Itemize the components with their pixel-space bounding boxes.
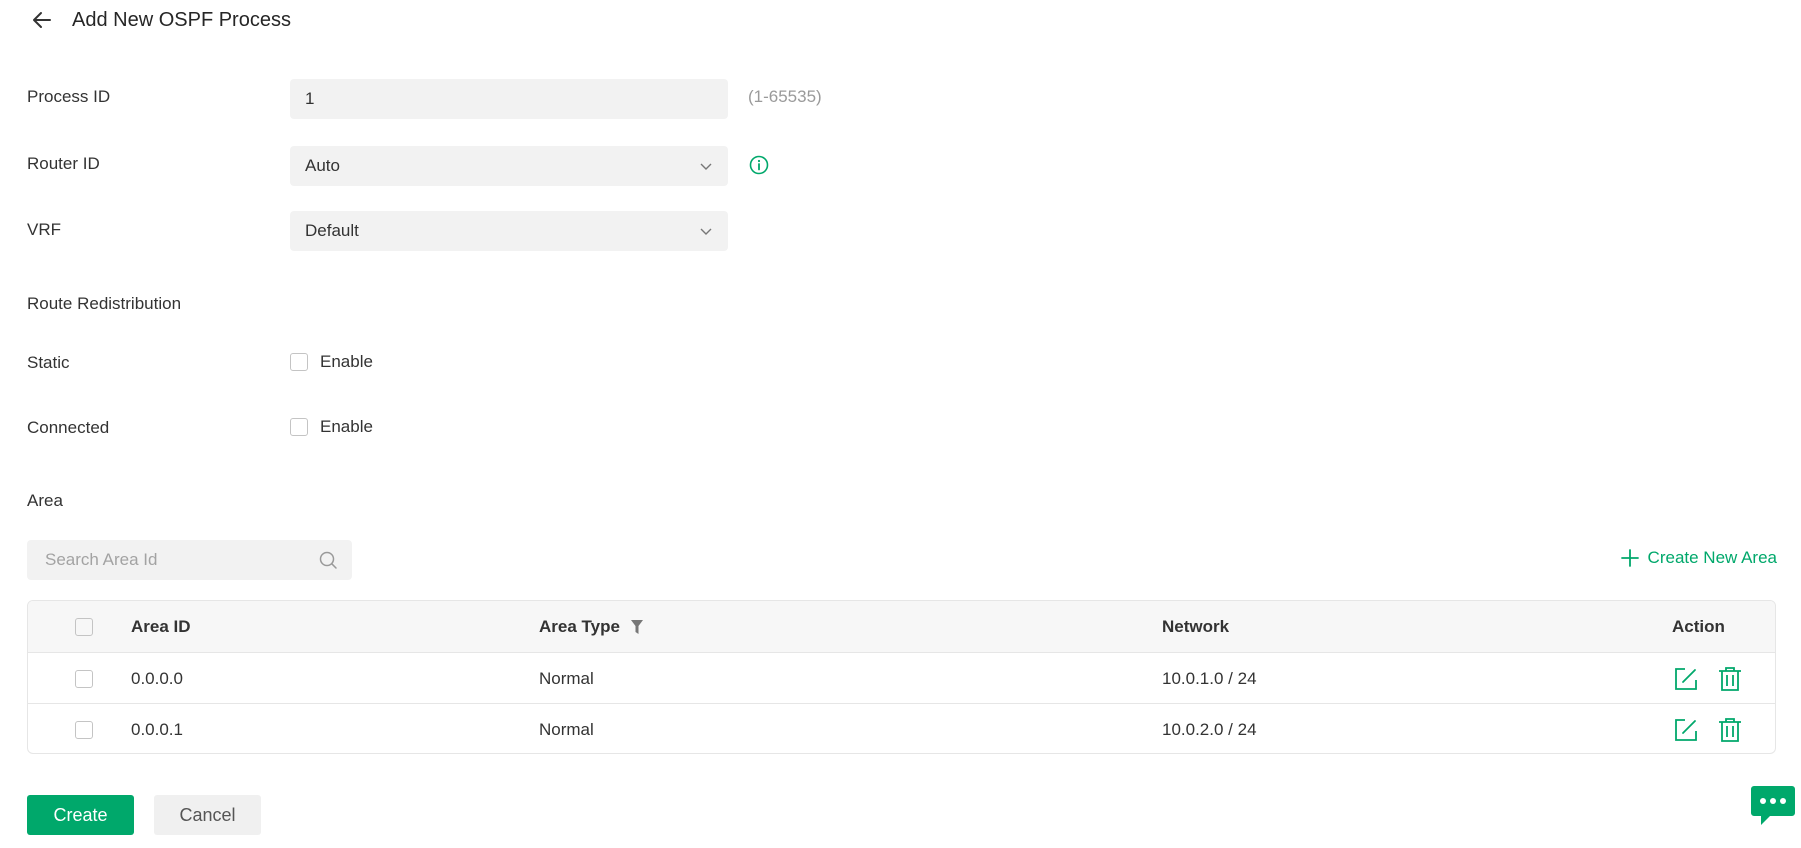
back-button[interactable] [28,6,56,34]
column-action: Action [1672,616,1725,636]
row-area-id: 0.0.0.0 [131,668,183,688]
column-area-type: Area Type [539,617,644,637]
row-actions [1673,717,1743,743]
router-id-select[interactable]: Auto [290,146,728,186]
page-title: Add New OSPF Process [72,8,291,31]
column-area-id[interactable]: Area ID [131,617,191,637]
chat-icon[interactable] [1750,784,1796,828]
area-table: Area ID Area Type Network Action 0.0.0.0… [27,600,1776,754]
select-all-checkbox[interactable] [75,617,93,636]
area-search-input[interactable] [43,549,318,571]
edit-icon[interactable] [1673,666,1699,692]
static-enable-label[interactable]: Enable [320,352,373,372]
connected-label: Connected [27,418,110,437]
filter-icon[interactable] [630,619,644,635]
vrf-label: VRF [27,220,61,239]
create-button[interactable]: Create [27,795,134,835]
router-id-value: Auto [305,156,340,175]
connected-enable-option[interactable]: Enable [290,417,373,437]
row-network: 10.0.2.0 / 24 [1162,719,1257,739]
process-id-input[interactable] [305,89,713,109]
router-id-label: Router ID [27,154,100,173]
column-network: Network [1162,616,1230,636]
row-area-type: Normal [539,719,594,739]
arrow-left-icon [33,12,51,28]
chevron-down-icon [700,228,712,235]
trash-icon[interactable] [1717,666,1743,692]
row-network: 10.0.1.0 / 24 [1162,668,1257,688]
edit-icon[interactable] [1673,717,1699,743]
vrf-value: Default [305,221,359,240]
row-checkbox[interactable] [75,720,93,739]
process-id-label: Process ID [27,87,111,106]
area-search[interactable] [27,540,352,580]
column-area-type-label: Area Type [539,616,620,636]
static-enable-option[interactable]: Enable [290,352,373,372]
route-redistribution-heading: Route Redistribution [27,294,182,313]
connected-enable-label[interactable]: Enable [320,417,373,437]
info-icon[interactable] [748,154,770,176]
row-area-id: 0.0.0.1 [131,719,183,739]
connected-enable-checkbox[interactable] [290,418,308,436]
trash-icon[interactable] [1717,717,1743,743]
row-checkbox[interactable] [75,669,93,688]
page-header: Add New OSPF Process [28,4,291,36]
plus-icon [1620,549,1639,567]
row-actions [1673,666,1743,692]
cancel-button[interactable]: Cancel [154,795,261,835]
process-id-range-hint: (1-65535) [748,87,822,106]
static-enable-checkbox[interactable] [290,353,308,371]
table-row: 0.0.0.0 Normal 10.0.1.0 / 24 [28,652,1775,704]
area-heading: Area [27,491,63,510]
static-label: Static [27,353,70,372]
table-row: 0.0.0.1 Normal 10.0.2.0 / 24 [28,703,1775,753]
create-new-area-label: Create New Area [1647,548,1777,567]
search-icon[interactable] [318,550,338,570]
row-area-type: Normal [539,668,594,688]
process-id-field[interactable] [290,79,728,119]
create-new-area-button[interactable]: Create New Area [1620,548,1777,568]
vrf-select[interactable]: Default [290,211,728,251]
chevron-down-icon [700,163,712,170]
table-header-row: Area ID Area Type Network Action [28,601,1775,652]
